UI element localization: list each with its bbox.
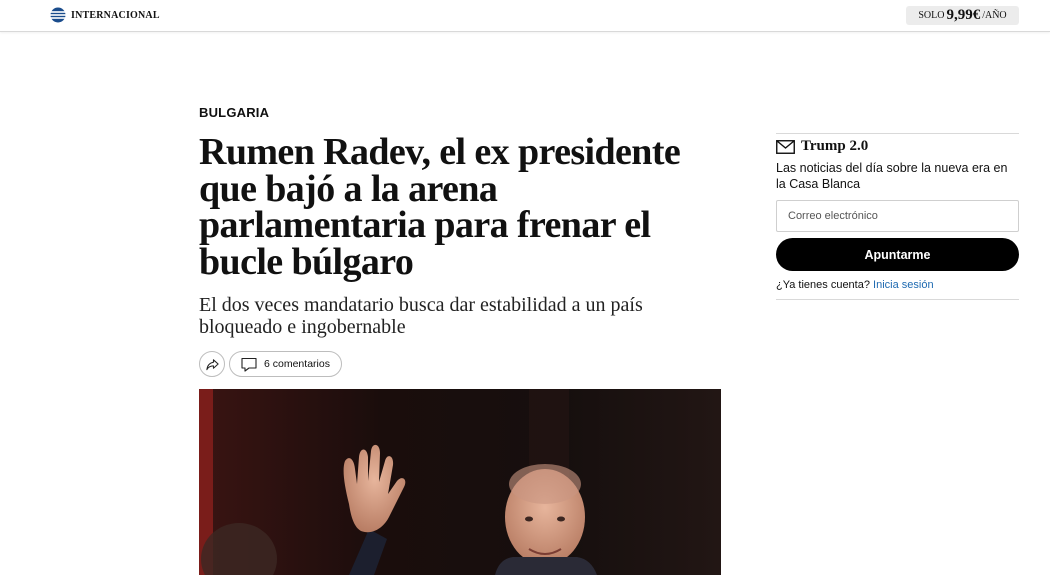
share-button[interactable] bbox=[199, 351, 225, 377]
comments-count: 6 comentarios bbox=[264, 358, 330, 370]
newsletter-title: Trump 2.0 bbox=[801, 138, 869, 154]
newsletter-description: Las noticias del día sobre la nueva era … bbox=[776, 161, 1008, 191]
login-link[interactable]: Inicia sesión bbox=[873, 279, 934, 291]
newsletter-title-row: Trump 2.0 bbox=[776, 138, 868, 155]
globe-icon bbox=[50, 7, 66, 23]
share-icon bbox=[205, 358, 219, 370]
divider bbox=[776, 299, 1019, 300]
subscribe-button[interactable]: SOLO 9,99€ /AÑO bbox=[906, 6, 1019, 25]
article-kicker[interactable]: BULGARIA bbox=[199, 105, 269, 120]
article-subheadline: El dos veces mandatario busca dar estabi… bbox=[199, 294, 643, 338]
section-name: INTERNACIONAL bbox=[71, 9, 160, 21]
photo-illustration bbox=[199, 389, 721, 575]
article-photo bbox=[199, 389, 721, 575]
comment-icon bbox=[241, 357, 257, 372]
subscribe-suffix: /AÑO bbox=[982, 10, 1007, 21]
subscribe-prefix: SOLO bbox=[918, 10, 945, 21]
login-prompt-text: ¿Ya tienes cuenta? bbox=[776, 279, 870, 291]
comments-button[interactable]: 6 comentarios bbox=[229, 351, 342, 377]
envelope-icon bbox=[776, 139, 795, 154]
subscribe-newsletter-button[interactable]: Apuntarme bbox=[776, 238, 1019, 271]
login-prompt: ¿Ya tienes cuenta? Inicia sesión bbox=[776, 279, 934, 291]
subscribe-price: 9,99€ bbox=[946, 7, 981, 23]
top-bar: INTERNACIONAL SOLO 9,99€ /AÑO bbox=[0, 0, 1050, 32]
divider bbox=[776, 133, 1019, 134]
section-logo[interactable]: INTERNACIONAL bbox=[50, 7, 160, 23]
article-headline: Rumen Radev, el ex presidente que bajó a… bbox=[199, 131, 681, 283]
email-field[interactable] bbox=[776, 200, 1019, 232]
